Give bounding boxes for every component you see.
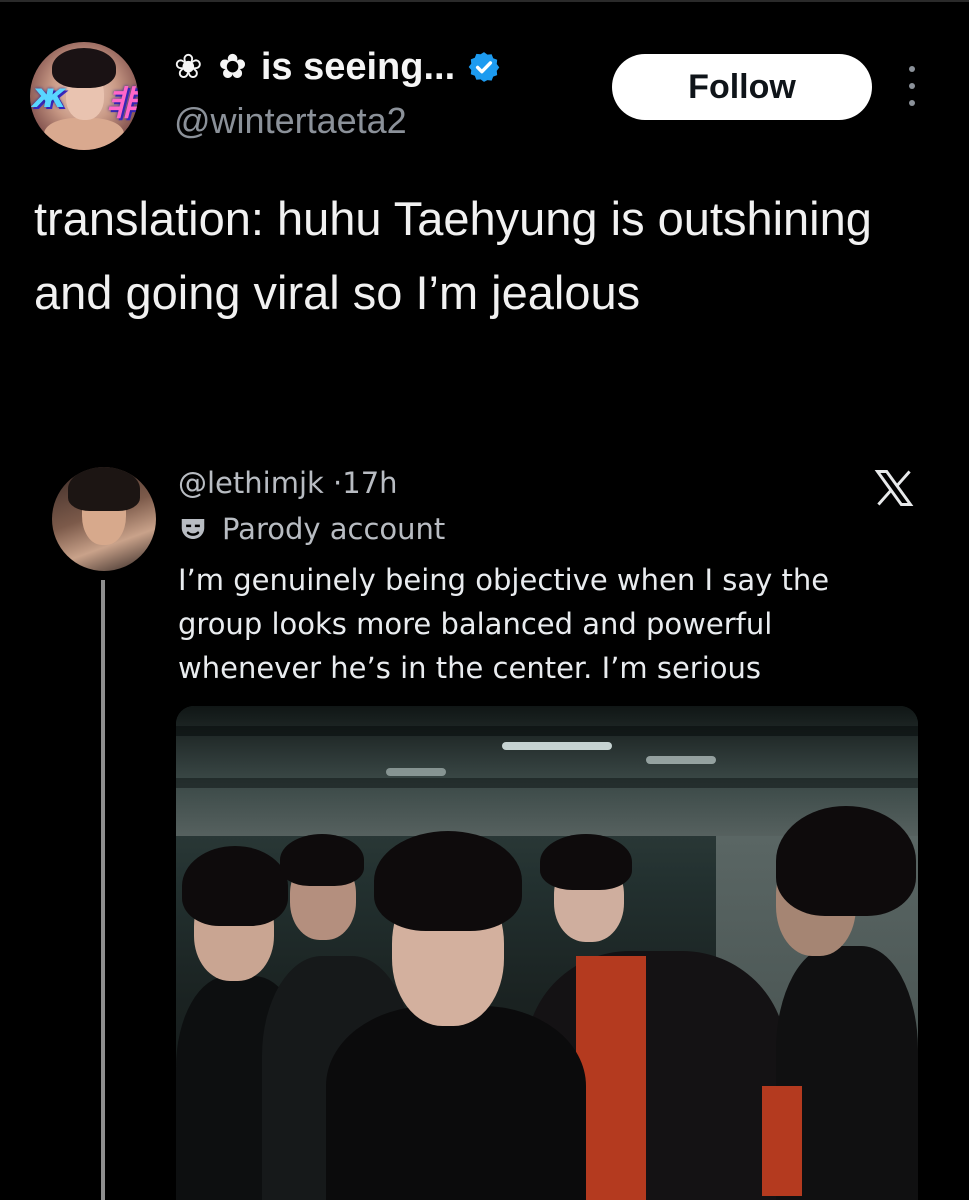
- display-name-symbols: ❀ ✿: [174, 47, 249, 87]
- author-handle[interactable]: @wintertaeta2: [174, 100, 407, 142]
- more-dot: [909, 100, 915, 106]
- quoted-author-avatar[interactable]: [52, 467, 156, 571]
- quoted-time[interactable]: 17h: [342, 466, 397, 500]
- x-logo-icon: [874, 470, 914, 506]
- author-display-name[interactable]: ❀ ✿ is seeing...: [174, 44, 501, 90]
- more-dot: [909, 66, 915, 72]
- more-dot: [909, 83, 915, 89]
- media-ceiling-light: [502, 742, 612, 750]
- quoted-avatar-hair-shape: [68, 467, 140, 511]
- author-avatar[interactable]: ж 非: [30, 42, 138, 150]
- meta-separator: ·: [333, 466, 343, 500]
- avatar-sticker-right: 非: [106, 84, 138, 124]
- media-beam: [176, 726, 918, 736]
- verified-badge-icon: [468, 52, 500, 82]
- parody-label: Parody account: [178, 512, 445, 546]
- follow-button[interactable]: Follow: [612, 54, 872, 120]
- quoted-meta: @lethimjk ·17h: [178, 466, 398, 500]
- media-ceiling-light: [646, 756, 716, 764]
- parody-label-text: Parody account: [222, 512, 446, 546]
- media-ceiling-light: [386, 768, 446, 776]
- thread-connector-line: [101, 580, 105, 1200]
- display-name-text: is seeing...: [260, 45, 456, 88]
- media-beam: [176, 778, 918, 788]
- top-divider: [0, 0, 969, 2]
- theater-mask-icon: [181, 519, 205, 539]
- quoted-handle[interactable]: @lethimjk: [178, 466, 324, 500]
- more-vertical-icon[interactable]: [900, 66, 924, 106]
- tweet-text: translation: huhu Taehyung is outshining…: [34, 192, 872, 319]
- avatar-sticker-left: ж: [32, 76, 66, 116]
- quoted-media-image[interactable]: [176, 706, 918, 1200]
- quoted-text: I’m genuinely being objective when I say…: [178, 563, 830, 685]
